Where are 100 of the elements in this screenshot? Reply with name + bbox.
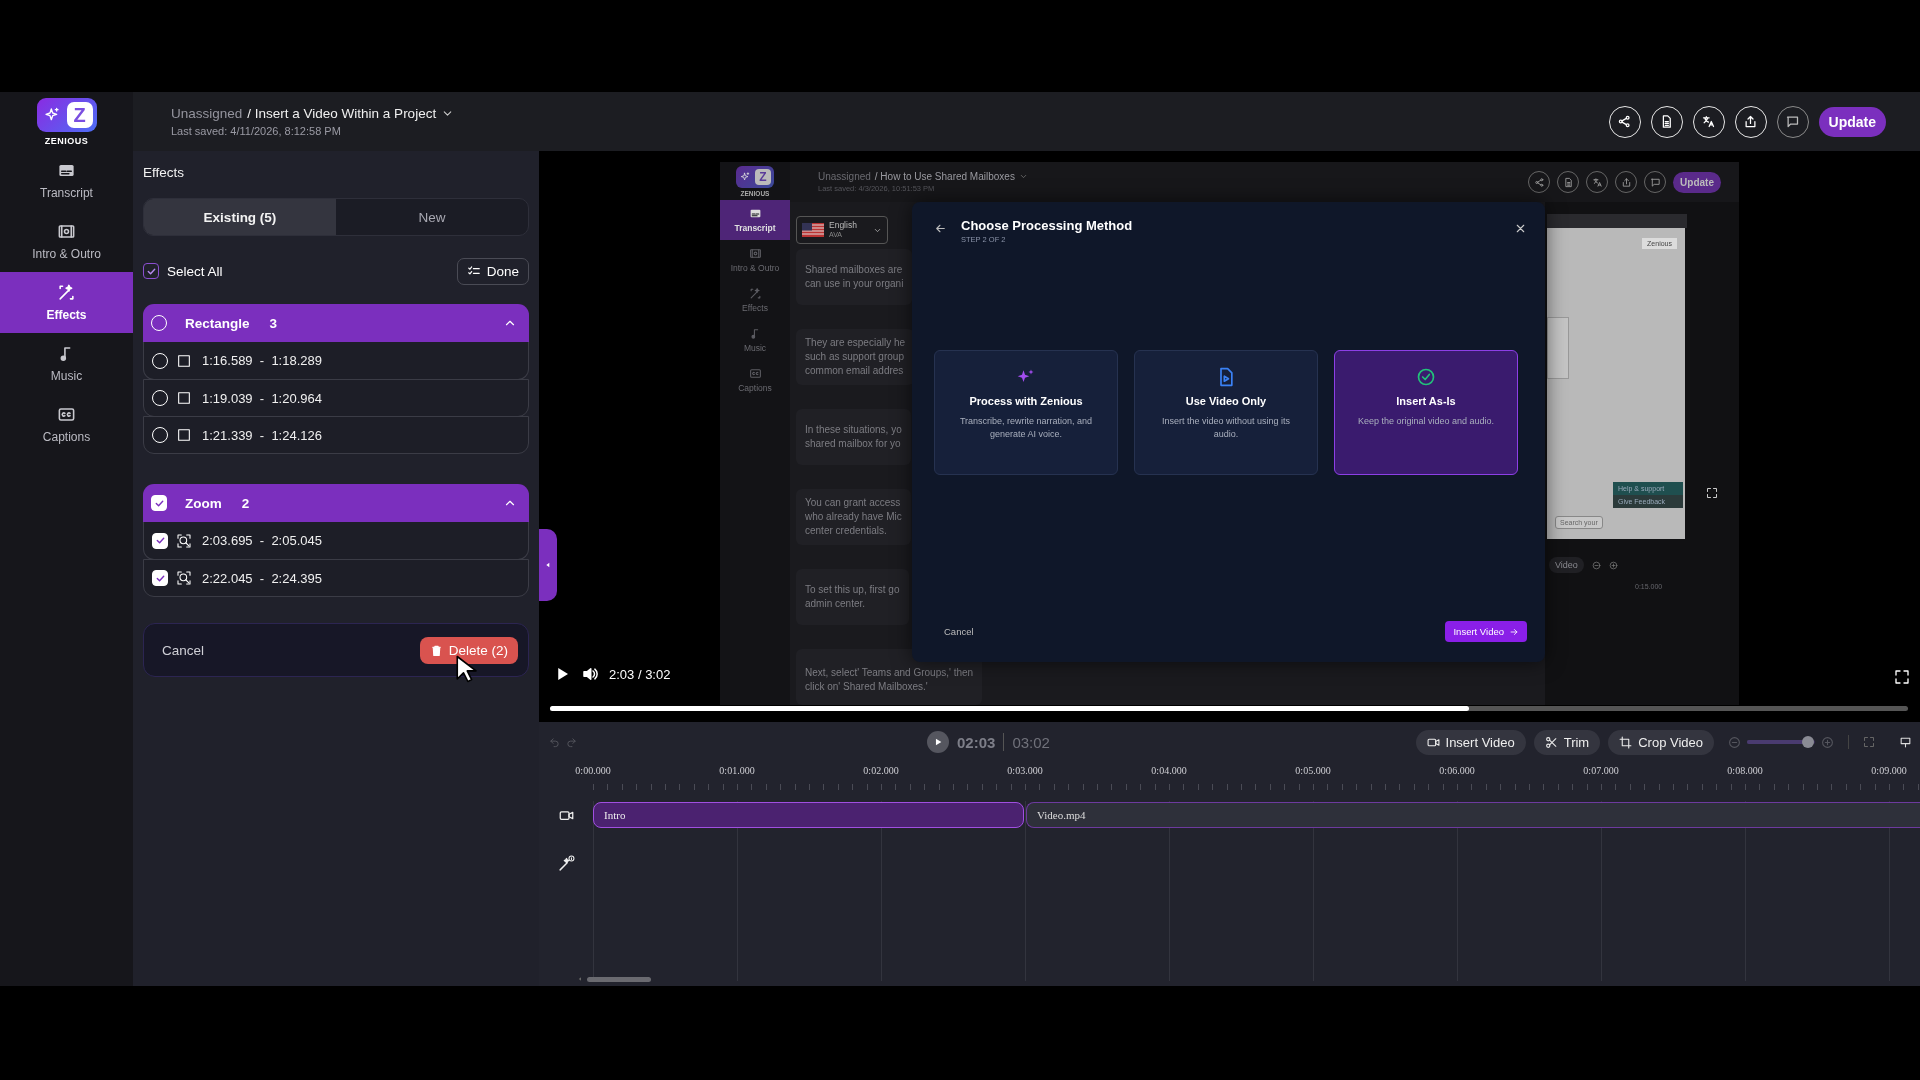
translate-icon bbox=[1591, 176, 1603, 188]
square-icon bbox=[176, 427, 192, 443]
nav-item[interactable]: Intro & Outro bbox=[720, 240, 790, 280]
square-icon bbox=[176, 390, 192, 406]
language-name: English bbox=[829, 221, 858, 231]
sparkle-icon bbox=[43, 107, 60, 123]
update-button[interactable]: Update bbox=[1818, 106, 1886, 137]
scrollbar-thumb[interactable] bbox=[587, 976, 651, 982]
film-icon bbox=[57, 222, 76, 241]
ruler-label: 0:03.000 bbox=[1006, 765, 1044, 778]
trash-icon bbox=[429, 643, 443, 657]
magic-wand-icon bbox=[557, 854, 575, 872]
ruler-label: 0:01.000 bbox=[718, 765, 756, 778]
nav-item[interactable]: Effects bbox=[0, 272, 133, 333]
last-saved-text: Last saved: 4/11/2026, 8:12:58 PM bbox=[171, 125, 342, 137]
playback-time: 2:03 / 3:02 bbox=[609, 666, 671, 682]
video-clip[interactable]: Video.mp4 bbox=[1026, 802, 1920, 828]
film-icon bbox=[748, 247, 762, 260]
option-title: Process with Zenious bbox=[969, 395, 1083, 407]
nav-item[interactable]: Captions bbox=[720, 360, 790, 400]
ruler-label: 0:09.000 bbox=[1870, 765, 1908, 778]
comment-icon bbox=[1649, 176, 1661, 188]
dialog-title: Choose Processing Method bbox=[961, 218, 1134, 233]
nav-item[interactable]: Effects bbox=[720, 280, 790, 320]
transcript-paragraph: In these situations, yo shared mailbox for yo bbox=[796, 409, 911, 465]
chevron-down-icon bbox=[1018, 172, 1028, 181]
trim-button[interactable]: Trim bbox=[1533, 729, 1601, 755]
update-button[interactable]: Update bbox=[1673, 171, 1721, 193]
time-range: 1:16.589 - 1:18.289 bbox=[202, 353, 322, 368]
folder-name: Unassigned bbox=[171, 106, 243, 121]
time-range: 1:21.339 - 1:24.126 bbox=[202, 427, 322, 443]
time-range: 2:03.695 - 2:05.045 bbox=[202, 533, 322, 548]
folder-name: Unassigned bbox=[818, 171, 871, 182]
share-icon bbox=[1533, 176, 1545, 188]
zoom-in-icon[interactable] bbox=[1608, 560, 1618, 570]
nav-item[interactable]: Intro & Outro bbox=[0, 211, 133, 272]
captions-icon bbox=[748, 367, 762, 380]
option-card[interactable]: Use Video Only Insert the video without using its audio. bbox=[1134, 350, 1318, 475]
done-button[interactable]: Done bbox=[456, 257, 529, 285]
play-icon bbox=[933, 737, 943, 747]
option-description: Insert the video without using its audio. bbox=[1160, 415, 1292, 442]
group-count: 3 bbox=[269, 315, 279, 331]
ruler-label: 0:02.000 bbox=[862, 765, 900, 778]
insert-video-button[interactable]: Insert Video bbox=[1445, 621, 1527, 642]
project-title: / How to Use Shared Mailboxes bbox=[874, 171, 1015, 182]
nav-item[interactable]: Transcript bbox=[720, 200, 790, 240]
tab[interactable]: Existing (5) bbox=[144, 199, 336, 235]
nav-item[interactable]: Music bbox=[720, 320, 790, 360]
ruler-label: 0:07.000 bbox=[1582, 765, 1620, 778]
group-count: 2 bbox=[241, 495, 251, 511]
video-clip[interactable]: Intro bbox=[593, 802, 1024, 828]
zoom-out-icon[interactable] bbox=[1591, 560, 1601, 570]
back-arrow-icon[interactable] bbox=[934, 222, 947, 235]
sparkle-icon bbox=[740, 172, 750, 182]
checkbox[interactable] bbox=[143, 263, 159, 279]
option-title: Insert As-Is bbox=[1396, 395, 1456, 407]
nav-item[interactable]: Captions bbox=[0, 394, 133, 455]
caret-left-icon bbox=[544, 561, 552, 569]
pin-icon[interactable] bbox=[1899, 735, 1912, 749]
zoom-icon bbox=[176, 570, 192, 586]
nav-item[interactable]: Transcript bbox=[0, 150, 133, 211]
collapse-panel-button[interactable] bbox=[539, 529, 557, 601]
nav-item[interactable]: Music bbox=[0, 333, 133, 394]
cancel-button[interactable]: Cancel bbox=[162, 642, 205, 658]
scissors-icon bbox=[1544, 735, 1558, 749]
crop-icon bbox=[1619, 735, 1633, 749]
option-card[interactable]: Process with Zenious Transcribe, rewrite narration, and generate AI voice. bbox=[934, 350, 1118, 475]
option-title: Use Video Only bbox=[1185, 395, 1267, 407]
captions-icon bbox=[57, 405, 76, 424]
check-icon bbox=[154, 535, 166, 546]
tab[interactable]: New bbox=[336, 199, 528, 235]
ruler-label: 0:08.000 bbox=[1726, 765, 1764, 778]
check-circle-icon bbox=[1416, 367, 1436, 387]
magic-wand-icon bbox=[748, 287, 762, 300]
volume-icon[interactable] bbox=[581, 665, 599, 683]
option-card[interactable]: Insert As-Is Keep the original video and audio. bbox=[1334, 350, 1518, 475]
cancel-button[interactable]: Cancel bbox=[944, 626, 974, 637]
transcript-paragraph: They are especially he such as support group common email addres bbox=[796, 329, 915, 385]
transcript-paragraph: Next, select' Teams and Groups,' then click on' Shared Mailboxes.' bbox=[796, 649, 983, 705]
upload-icon bbox=[1620, 176, 1632, 188]
subtitles-icon bbox=[748, 207, 762, 220]
close-icon[interactable] bbox=[1514, 222, 1527, 235]
scroll-left-icon[interactable] bbox=[577, 976, 583, 982]
ruler-label: 0:06.000 bbox=[1438, 765, 1476, 778]
ruler-label: 0:00.000 bbox=[574, 765, 612, 778]
slider-thumb[interactable] bbox=[1802, 736, 1815, 748]
project-title: / Insert a Video Within a Project bbox=[247, 106, 437, 121]
insert-video-button[interactable]: Insert Video bbox=[1415, 729, 1526, 755]
play-button[interactable] bbox=[927, 731, 949, 753]
comment-icon bbox=[1785, 114, 1801, 129]
delete-button[interactable]: Delete (2) bbox=[419, 636, 518, 664]
ruler-label: 0:04.000 bbox=[1150, 765, 1188, 778]
logo-mark: Z bbox=[755, 169, 771, 185]
translate-icon bbox=[1701, 114, 1717, 129]
insert-video-button[interactable]: Video bbox=[1549, 557, 1584, 573]
magic-wand-icon bbox=[57, 283, 76, 302]
crop-video-button[interactable]: Crop Video bbox=[1608, 729, 1714, 755]
progress-track[interactable] bbox=[550, 706, 1908, 711]
square-icon bbox=[176, 352, 192, 369]
total-time: 03:02 bbox=[1012, 733, 1050, 751]
